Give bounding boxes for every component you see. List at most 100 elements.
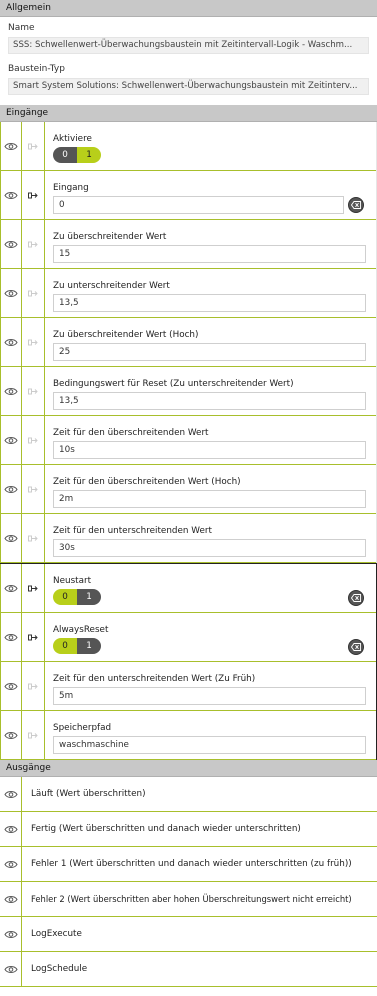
output-label: Fertig (Wert überschritten und danach wi… (31, 824, 301, 834)
eye-icon[interactable] (0, 416, 22, 464)
output-row: Läuft (Wert überschritten) (0, 777, 377, 812)
port-empty-icon[interactable] (22, 220, 45, 268)
output-label: Läuft (Wert überschritten) (31, 789, 146, 799)
port-empty-icon[interactable] (22, 122, 45, 170)
input-row-zu-ueberschreitender-wert: Zu überschreitender Wert 15 (0, 220, 376, 269)
eye-icon[interactable] (0, 882, 22, 916)
port-empty-icon[interactable] (22, 416, 45, 464)
input-row-always-reset: AlwaysReset 0 1 (0, 613, 376, 662)
toggle-on[interactable]: 1 (77, 589, 101, 605)
reset-field[interactable]: 13,5 (53, 392, 366, 410)
zeit-unter-frueh-label: Zeit für den unterschreitenden Wert (Zu … (53, 674, 256, 684)
zu-unter-label: Zu unterschreitender Wert (53, 281, 170, 291)
eye-icon[interactable] (0, 122, 22, 170)
output-row: Fehler 2 (Wert überschritten aber hohen … (0, 882, 377, 917)
output-label: Fehler 1 (Wert überschritten und danach … (31, 859, 352, 869)
input-row-eingang: Eingang 0 (0, 171, 376, 220)
input-row-zeit-unter-frueh: Zeit für den unterschreitenden Wert (Zu … (0, 662, 376, 711)
output-row: LogExecute (0, 917, 377, 952)
eingang-field[interactable]: 0 (53, 196, 344, 214)
eye-icon[interactable] (0, 613, 22, 661)
input-row-speicherpfad: Speicherpfad waschmaschine (0, 711, 376, 760)
clear-icon[interactable] (348, 639, 364, 655)
type-field: Smart System Solutions: Schwellenwert-Üb… (8, 78, 369, 95)
reset-label: Bedingungswert für Reset (Zu unterschrei… (53, 379, 294, 389)
speicherpfad-field[interactable]: waschmaschine (53, 736, 366, 754)
toggle-off[interactable]: 0 (53, 589, 77, 605)
zeit-ueber-label: Zeit für den überschreitenden Wert (53, 428, 209, 438)
input-row-zeit-ueber: Zeit für den überschreitenden Wert 10s (0, 416, 376, 465)
eye-icon[interactable] (0, 662, 22, 710)
eye-icon[interactable] (0, 952, 22, 986)
port-empty-icon[interactable] (22, 269, 45, 317)
toggle-on[interactable]: 1 (77, 638, 101, 654)
neustart-label: Neustart (53, 576, 92, 586)
port-connected-icon[interactable] (22, 171, 45, 219)
inputs-list: Aktiviere 0 1 Eingang 0 Zu überschreiten… (0, 122, 377, 563)
zu-ueber-hoch-label: Zu überschreitender Wert (Hoch) (53, 330, 199, 340)
aktiviere-label: Aktiviere (53, 134, 92, 144)
zu-ueber-field[interactable]: 15 (53, 245, 366, 263)
eye-icon[interactable] (0, 465, 22, 513)
clear-icon[interactable] (348, 590, 364, 606)
input-row-zeit-unter: Zeit für den unterschreitenden Wert 30s (0, 514, 376, 563)
speicherpfad-label: Speicherpfad (53, 723, 112, 733)
eye-icon[interactable] (0, 269, 22, 317)
port-empty-icon[interactable] (22, 662, 45, 710)
aktiviere-toggle[interactable]: 0 1 (53, 147, 101, 163)
port-connected-icon[interactable] (22, 564, 45, 612)
port-empty-icon[interactable] (22, 465, 45, 513)
input-row-zu-unterschreitender-wert: Zu unterschreitender Wert 13,5 (0, 269, 376, 318)
port-empty-icon[interactable] (22, 514, 45, 562)
zeit-unter-field[interactable]: 30s (53, 539, 366, 557)
output-row: Fertig (Wert überschritten und danach wi… (0, 812, 377, 847)
zu-ueber-hoch-field[interactable]: 25 (53, 343, 366, 361)
name-field[interactable]: SSS: Schwellenwert-Überwachungsbaustein … (8, 37, 369, 54)
zu-ueber-label: Zu überschreitender Wert (53, 232, 167, 242)
toggle-off[interactable]: 0 (53, 147, 77, 163)
output-row: Fehler 1 (Wert überschritten und danach … (0, 847, 377, 882)
eye-icon[interactable] (0, 847, 22, 881)
eye-icon[interactable] (0, 367, 22, 415)
name-label: Name (8, 23, 35, 33)
section-header-general: Allgemein (0, 0, 377, 17)
output-label: LogExecute (31, 929, 82, 939)
section-header-outputs: Ausgänge (0, 760, 377, 777)
eye-icon[interactable] (0, 220, 22, 268)
zeit-ueber-hoch-field[interactable]: 2m (53, 490, 366, 508)
zeit-ueber-field[interactable]: 10s (53, 441, 366, 459)
zu-unter-field[interactable]: 13,5 (53, 294, 366, 312)
eye-icon[interactable] (0, 514, 22, 562)
port-connected-icon[interactable] (22, 613, 45, 661)
zeit-unter-label: Zeit für den unterschreitenden Wert (53, 526, 212, 536)
port-empty-icon[interactable] (22, 367, 45, 415)
eye-icon[interactable] (0, 812, 22, 846)
always-reset-toggle[interactable]: 0 1 (53, 638, 101, 654)
inputs-list-lower: Neustart 0 1 AlwaysReset 0 1 Zeit für de… (0, 563, 377, 760)
neustart-toggle[interactable]: 0 1 (53, 589, 101, 605)
input-row-aktiviere: Aktiviere 0 1 (0, 122, 376, 171)
port-empty-icon[interactable] (22, 711, 45, 759)
eye-icon[interactable] (0, 711, 22, 759)
outputs-list: Läuft (Wert überschritten) Fertig (Wert … (0, 777, 377, 987)
eye-icon[interactable] (0, 777, 22, 811)
clear-icon[interactable] (348, 197, 364, 213)
eye-icon[interactable] (0, 318, 22, 366)
eingang-label: Eingang (53, 183, 89, 193)
eye-icon[interactable] (0, 917, 22, 951)
input-row-neustart: Neustart 0 1 (0, 564, 376, 613)
toggle-on[interactable]: 1 (77, 147, 101, 163)
eye-icon[interactable] (0, 171, 22, 219)
output-label: Fehler 2 (Wert überschritten aber hohen … (31, 894, 352, 904)
always-reset-label: AlwaysReset (53, 625, 109, 635)
section-header-inputs: Eingänge (0, 105, 377, 122)
input-row-zeit-ueber-hoch: Zeit für den überschreitenden Wert (Hoch… (0, 465, 376, 514)
general-panel: Name SSS: Schwellenwert-Überwachungsbaus… (0, 17, 377, 95)
port-empty-icon[interactable] (22, 318, 45, 366)
eye-icon[interactable] (0, 564, 22, 612)
zeit-unter-frueh-field[interactable]: 5m (53, 687, 366, 705)
input-row-reset: Bedingungswert für Reset (Zu unterschrei… (0, 367, 376, 416)
toggle-off[interactable]: 0 (53, 638, 77, 654)
zeit-ueber-hoch-label: Zeit für den überschreitenden Wert (Hoch… (53, 477, 241, 487)
input-row-zu-ueberschreitender-wert-hoch: Zu überschreitender Wert (Hoch) 25 (0, 318, 376, 367)
